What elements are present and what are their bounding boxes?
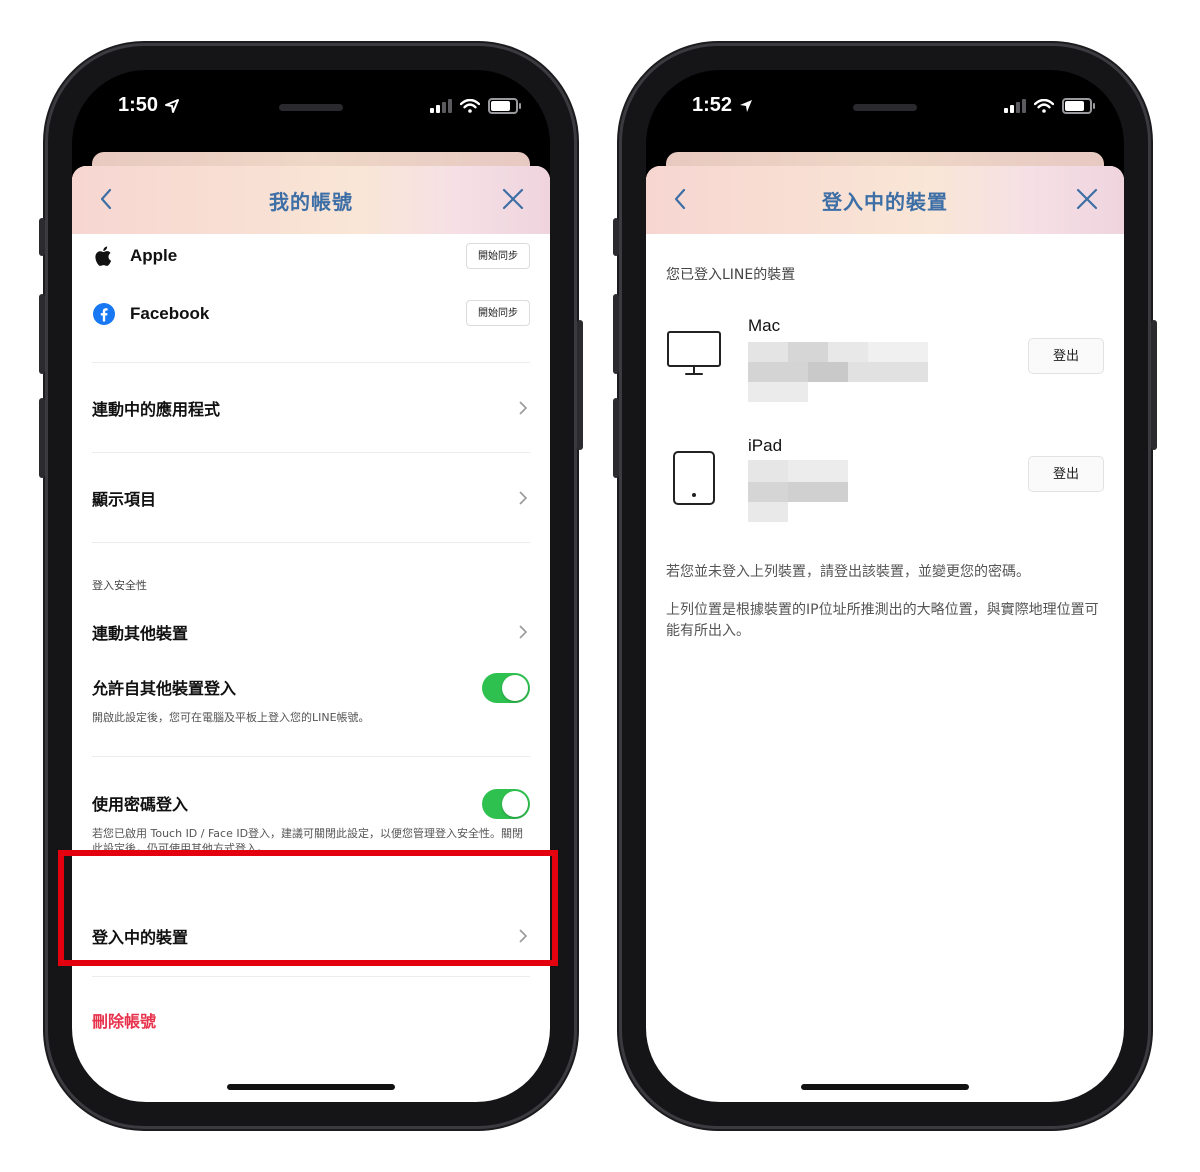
linked-apps-label: 連動中的應用程式 [92,400,221,419]
facebook-logo-icon [93,303,115,325]
sync-label-facebook: Facebook [130,304,210,323]
wifi-icon [460,99,480,113]
sheet-header: 登入中的裝置 [646,166,1124,234]
volume-down-button [39,398,45,478]
phone-right: 1:52 登入中的裝置 您已登入LINE的裝置 Mac 登出 iPad 登出 若… [613,46,1157,1126]
speaker-grille [279,104,343,111]
allow-login-label: 允許自其他裝置登入 [92,679,237,698]
monitor-icon [667,331,721,375]
devices-sheet: 登入中的裝置 您已登入LINE的裝置 Mac 登出 iPad 登出 若您並未登入… [646,166,1124,1102]
chevron-right-icon [519,401,528,415]
sheet-header: 我的帳號 [72,166,550,234]
divider [92,976,530,977]
status-indicators [430,98,521,114]
location-arrow-icon [740,99,753,112]
linked-apps-row[interactable]: 連動中的應用程式 [92,388,530,428]
close-icon[interactable] [1074,186,1100,212]
divider [92,452,530,453]
allow-login-row: 允許自其他裝置登入 開啟此設定後，您可在電腦及平板上登入您的LINE帳號。 [92,670,530,730]
page-title: 我的帳號 [269,190,353,214]
home-indicator [801,1084,969,1090]
volume-down-button [613,398,619,478]
status-indicators [1004,98,1095,114]
logout-mac-button[interactable]: 登出 [1028,338,1104,374]
divider [92,362,530,363]
password-login-toggle[interactable] [482,789,530,819]
highlight-box [58,850,558,966]
silent-switch [39,218,45,256]
volume-up-button [613,294,619,374]
power-button [1151,320,1157,450]
facebook-sync-button[interactable]: 開始同步 [466,300,530,326]
link-devices-row[interactable]: 連動其他裝置 [92,612,530,652]
security-note: 若您並未登入上列裝置，請登出該裝置，並變更您的密碼。 [666,564,1030,580]
display-items-label: 顯示項目 [92,490,157,509]
location-arrow-icon [165,98,180,113]
battery-icon [1062,98,1095,114]
display-items-row[interactable]: 顯示項目 [92,478,530,518]
cellular-signal-icon [1004,99,1026,113]
status-time: 1:52 [692,94,754,117]
logout-ipad-button[interactable]: 登出 [1028,456,1104,492]
battery-icon [488,98,521,114]
silent-switch [613,218,619,256]
divider [92,756,530,757]
section-title-login-security: 登入安全性 [92,579,147,592]
device-name-ipad: iPad [748,436,783,455]
allow-login-toggle[interactable] [482,673,530,703]
sync-label-apple: Apple [130,246,178,265]
redacted-location [748,460,848,522]
screen-right: 1:52 登入中的裝置 您已登入LINE的裝置 Mac 登出 iPad 登出 若… [646,70,1124,1102]
apple-sync-button[interactable]: 開始同步 [466,243,530,269]
link-devices-label: 連動其他裝置 [92,624,189,643]
chevron-right-icon [519,491,528,505]
delete-account-link[interactable]: 刪除帳號 [92,1008,530,1032]
close-icon[interactable] [500,186,526,212]
home-indicator [227,1084,395,1090]
password-login-row: 使用密碼登入 若您已啟用 Touch ID / Face ID登入，建議可關閉此… [92,786,530,856]
sync-row-apple: Apple 開始同步 [92,236,530,276]
page-title: 登入中的裝置 [822,190,948,214]
tablet-icon [673,451,715,505]
device-row-ipad: iPad 登出 [666,436,1104,526]
speaker-grille [853,104,917,111]
chevron-right-icon [519,625,528,639]
wifi-icon [1034,99,1054,113]
password-login-label: 使用密碼登入 [92,795,189,814]
divider [92,542,530,543]
devices-intro-text: 您已登入LINE的裝置 [666,267,796,283]
location-note: 上列位置是根據裝置的IP位址所推測出的大略位置，與實際地理位置可能有所出入。 [666,602,1099,639]
device-row-mac: Mac 登出 [666,316,1104,406]
status-time: 1:50 [118,94,180,117]
time-text: 1:52 [692,94,733,116]
cellular-signal-icon [430,99,452,113]
device-name-mac: Mac [748,316,781,335]
time-text: 1:50 [118,94,159,116]
redacted-location [748,342,928,402]
apple-logo-icon [95,246,112,266]
allow-login-description: 開啟此設定後，您可在電腦及平板上登入您的LINE帳號。 [92,711,370,724]
sync-row-facebook: Facebook 開始同步 [92,294,530,334]
power-button [577,320,583,450]
volume-up-button [39,294,45,374]
